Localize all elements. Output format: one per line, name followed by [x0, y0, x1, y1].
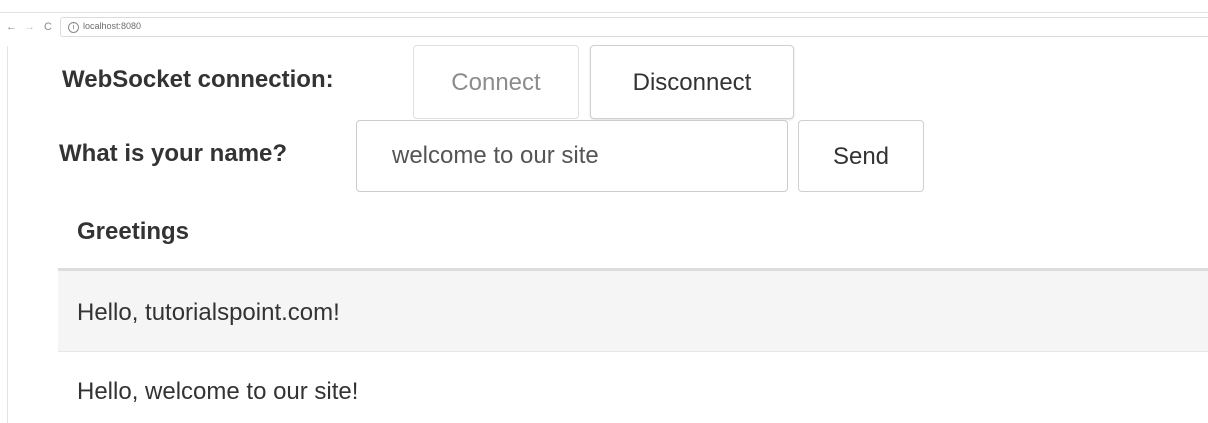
forward-arrow-icon[interactable]: → [24, 21, 35, 33]
url-text: localhost:8080 [83, 21, 142, 31]
name-input[interactable] [356, 120, 788, 192]
back-arrow-icon[interactable]: ← [6, 21, 17, 33]
info-icon[interactable]: i [68, 22, 79, 33]
browser-toolbar: ← → C i localhost:8080 [0, 12, 1208, 46]
greetings-header: Greetings [77, 218, 190, 245]
greeting-text: Hello, tutorialspoint.com! [77, 299, 340, 326]
name-label: What is your name? [59, 140, 288, 167]
page-left-border [7, 46, 8, 423]
reload-icon[interactable]: C [44, 21, 52, 33]
websocket-connection-label: WebSocket connection: [62, 66, 334, 93]
disconnect-button[interactable]: Disconnect [590, 45, 794, 119]
send-button[interactable]: Send [798, 120, 924, 192]
greeting-text: Hello, welcome to our site! [77, 378, 359, 405]
table-row: Hello, welcome to our site! [58, 352, 1208, 423]
connect-button[interactable]: Connect [413, 45, 579, 119]
address-bar[interactable]: i localhost:8080 [60, 17, 1208, 37]
table-row: Hello, tutorialspoint.com! [58, 271, 1208, 352]
